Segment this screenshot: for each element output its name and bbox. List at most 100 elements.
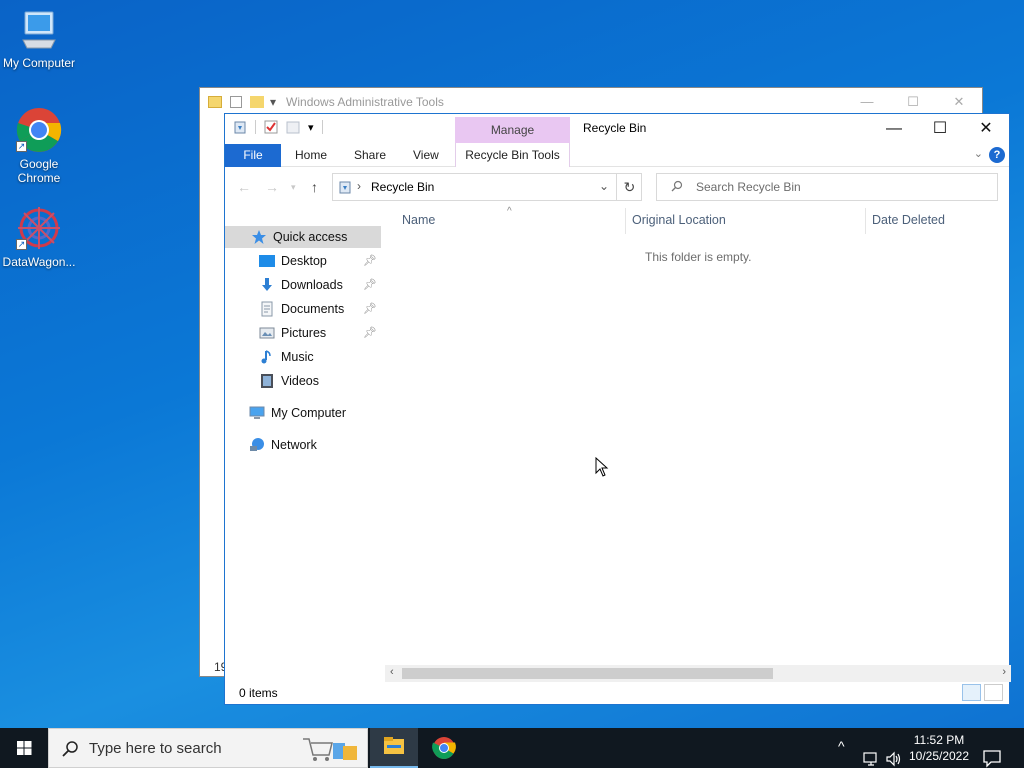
manage-contextual-tab[interactable]: Manage xyxy=(455,117,570,143)
nav-item-music[interactable]: Music xyxy=(225,346,381,368)
desktop-folder-icon xyxy=(259,255,275,267)
pin-icon[interactable]: 📌︎ xyxy=(363,302,377,315)
scrollbar-thumb[interactable] xyxy=(402,668,773,679)
taskbar-search-box[interactable]: Type here to search xyxy=(48,728,368,768)
new-folder-icon[interactable] xyxy=(286,120,300,134)
taskbar-file-explorer[interactable] xyxy=(370,728,418,768)
nav-label: Quick access xyxy=(273,230,348,244)
shortcut-arrow-icon: ↗ xyxy=(16,239,27,250)
tab-home[interactable]: Home xyxy=(295,144,327,167)
desktop-icon-my-computer[interactable]: My Computer xyxy=(0,10,78,70)
forward-arrow-icon[interactable]: → xyxy=(265,179,279,195)
start-button[interactable] xyxy=(0,728,48,768)
large-icons-view-icon[interactable] xyxy=(984,684,1003,701)
close-button[interactable]: ✕ xyxy=(963,114,1009,143)
sort-ascending-icon: ^ xyxy=(507,206,512,217)
scroll-right-icon[interactable]: › xyxy=(1002,666,1006,678)
nav-label: Music xyxy=(281,350,314,364)
chrome-icon xyxy=(432,737,456,759)
nav-item-documents[interactable]: Documents 📌︎ xyxy=(225,298,381,320)
nav-item-videos[interactable]: Videos xyxy=(225,370,381,392)
address-bar[interactable]: › Recycle Bin ⌄ xyxy=(332,173,642,201)
recycle-bin-small-icon xyxy=(339,181,351,194)
column-header-date-deleted[interactable]: Date Deleted xyxy=(872,213,945,227)
folder-icon xyxy=(208,96,222,108)
windows-logo-icon xyxy=(17,741,32,755)
action-center-icon[interactable] xyxy=(982,738,1002,768)
nav-label: My Computer xyxy=(271,406,347,420)
nav-item-pictures[interactable]: Pictures 📌︎ xyxy=(225,322,381,344)
nav-label: Downloads xyxy=(281,278,343,292)
tab-share[interactable]: Share xyxy=(354,144,386,167)
shortcut-arrow-icon: ↗ xyxy=(16,141,27,152)
nav-item-my-computer[interactable]: My Computer xyxy=(225,402,381,424)
column-header-name[interactable]: Name xyxy=(402,213,435,227)
desktop-icon-datawagon[interactable]: ↗ DataWagon... xyxy=(0,205,78,269)
shopping-cart-icon xyxy=(303,738,357,761)
tab-recycle-bin-tools[interactable]: Recycle Bin Tools xyxy=(455,143,570,167)
nav-item-desktop[interactable]: Desktop 📌︎ xyxy=(225,250,381,272)
breadcrumb-chevron-icon[interactable]: › xyxy=(357,179,361,193)
qat-dropdown-icon[interactable]: ▾ xyxy=(308,121,314,134)
nav-label: Documents xyxy=(281,302,345,316)
pin-icon[interactable]: 📌︎ xyxy=(363,326,377,339)
computer-icon xyxy=(249,406,265,419)
show-hidden-icons-icon[interactable]: ^ xyxy=(838,738,845,768)
help-icon[interactable]: ? xyxy=(989,147,1005,163)
star-icon xyxy=(252,230,266,244)
tab-file[interactable]: File xyxy=(225,144,281,167)
recycle-bin-small-icon[interactable] xyxy=(233,120,247,134)
breadcrumb-recycle-bin[interactable]: Recycle Bin xyxy=(371,180,434,194)
desktop-icon-google-chrome[interactable]: ↗ Google Chrome xyxy=(0,107,78,185)
volume-icon[interactable] xyxy=(885,739,903,768)
back-arrow-icon[interactable]: ← xyxy=(237,179,251,195)
column-header-original-location[interactable]: Original Location xyxy=(632,213,726,227)
properties-icon[interactable] xyxy=(264,120,278,134)
taskbar-google-chrome[interactable] xyxy=(420,728,468,768)
column-divider[interactable] xyxy=(625,208,626,234)
pin-icon[interactable]: 📌︎ xyxy=(363,254,377,267)
nav-label: Network xyxy=(271,438,317,452)
download-arrow-icon xyxy=(262,278,272,291)
search-input[interactable]: Search Recycle Bin xyxy=(696,180,801,194)
column-divider[interactable] xyxy=(865,208,866,234)
taskbar-search-input[interactable]: Type here to search xyxy=(89,740,222,757)
back-window-title: Windows Administrative Tools xyxy=(286,95,444,109)
minimize-button[interactable]: — xyxy=(844,94,890,110)
desktop-icon-label: DataWagon... xyxy=(2,255,76,269)
tab-view[interactable]: View xyxy=(413,144,439,167)
qat-dropdown-icon: ▾ xyxy=(270,95,277,109)
taskbar-clock[interactable]: 11:52 PM 10/25/2022 xyxy=(902,732,976,764)
address-dropdown-icon[interactable]: ⌄ xyxy=(599,179,609,193)
recent-locations-icon[interactable]: ▾ xyxy=(291,182,296,193)
ribbon-tabs: File Home Share View Recycle Bin Tools ⌄… xyxy=(225,143,1009,167)
pin-icon[interactable]: 📌︎ xyxy=(363,278,377,291)
close-button[interactable]: ✕ xyxy=(936,94,982,110)
file-list[interactable]: ^ Name Original Location Date Deleted Th… xyxy=(385,204,1009,669)
nav-item-network[interactable]: Network xyxy=(225,434,381,456)
search-box[interactable]: Search Recycle Bin xyxy=(656,173,998,201)
search-icon xyxy=(62,741,78,757)
expand-ribbon-icon[interactable]: ⌄ xyxy=(974,147,983,160)
network-icon[interactable] xyxy=(862,739,880,768)
status-bar: 0 items xyxy=(225,682,1009,705)
scroll-left-icon[interactable]: ‹ xyxy=(390,666,394,678)
titlebar[interactable]: ▾ Manage Recycle Bin — ☐ ✕ xyxy=(225,114,1009,143)
nav-label: Videos xyxy=(281,374,319,388)
music-note-icon xyxy=(261,350,271,364)
up-arrow-icon[interactable]: ↑ xyxy=(311,179,318,195)
nav-item-quick-access[interactable]: Quick access xyxy=(225,226,381,248)
back-window-titlebar[interactable]: ▾ Windows Administrative Tools — ☐ ✕ xyxy=(200,88,982,116)
search-icon xyxy=(671,180,683,192)
properties-icon xyxy=(230,96,242,108)
videos-icon xyxy=(261,374,273,388)
nav-item-downloads[interactable]: Downloads 📌︎ xyxy=(225,274,381,296)
minimize-button[interactable]: — xyxy=(871,114,917,143)
maximize-button[interactable]: ☐ xyxy=(890,94,936,110)
details-view-icon[interactable] xyxy=(962,684,981,701)
computer-icon xyxy=(22,11,56,49)
horizontal-scrollbar[interactable]: ‹ › xyxy=(385,665,1011,682)
explorer-window-recycle-bin[interactable]: ▾ Manage Recycle Bin — ☐ ✕ File Home Sha… xyxy=(224,113,1011,705)
refresh-button[interactable]: ↻ xyxy=(616,173,642,201)
maximize-button[interactable]: ☐ xyxy=(917,114,963,143)
